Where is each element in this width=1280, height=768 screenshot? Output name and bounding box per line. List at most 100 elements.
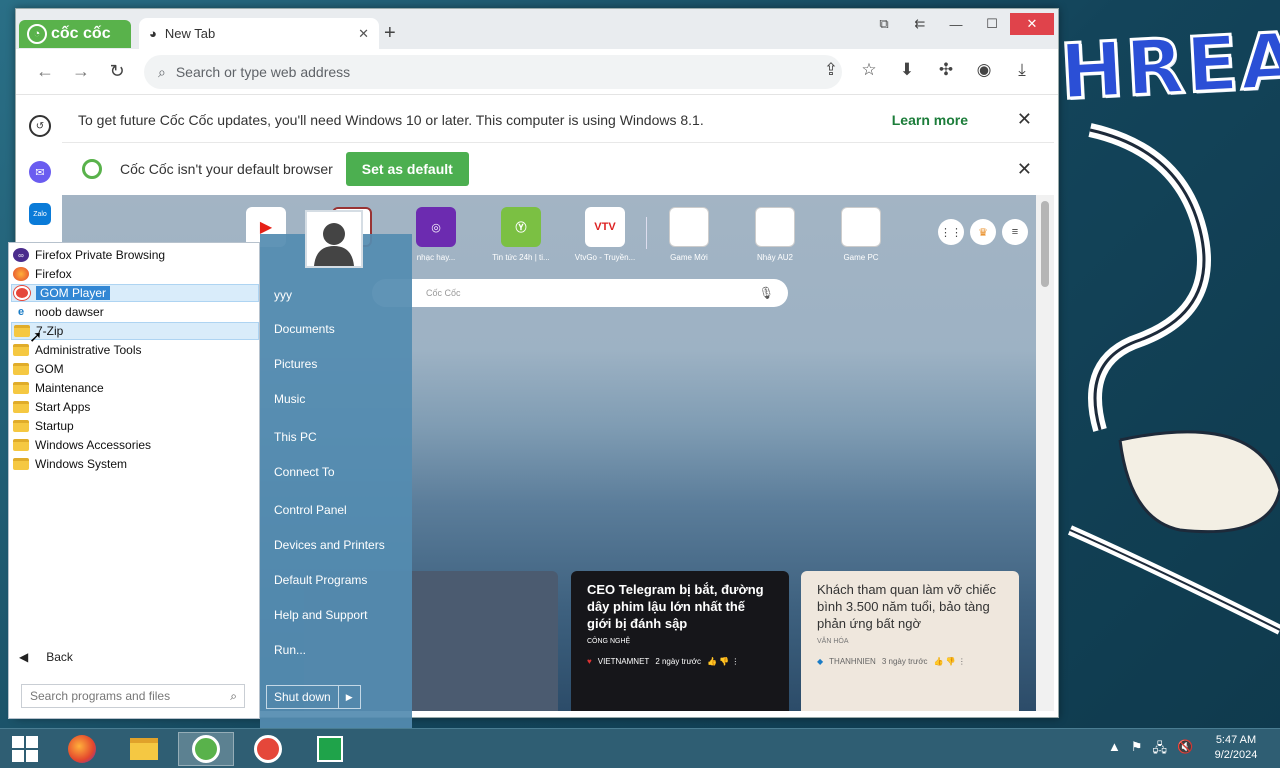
- news-card[interactable]: CEO Telegram bị bắt, đường dây phim lậu …: [571, 571, 789, 711]
- folder-icon: [13, 401, 29, 413]
- brand-button[interactable]: ◔ cốc cốc: [19, 20, 131, 48]
- back-triangle-icon: ◀: [19, 650, 29, 664]
- settings-sliders-icon[interactable]: ≡: [1002, 219, 1028, 245]
- speed-dial-item[interactable]: Ⓨ Tin tức 24h | ti...: [486, 207, 556, 262]
- start-place-item[interactable]: Run...: [274, 643, 306, 657]
- set-as-default-button[interactable]: Set as default: [345, 152, 469, 186]
- tab-close-icon[interactable]: ✕: [358, 26, 369, 42]
- program-item[interactable]: 7-Zip: [11, 322, 259, 340]
- screen-capture-icon[interactable]: ⧉: [866, 11, 902, 37]
- new-tab-search-input[interactable]: Cốc Cốc 🎙: [372, 279, 788, 307]
- maximize-button[interactable]: ☐: [974, 11, 1010, 37]
- messenger-icon[interactable]: ✉: [29, 161, 51, 183]
- start-button[interactable]: [0, 729, 50, 768]
- history-icon[interactable]: ↺: [29, 115, 51, 137]
- news-card-category: CÔNG NGHỆ: [587, 638, 631, 645]
- speed-dial-item[interactable]: Game Mới: [654, 207, 724, 262]
- taskbar-store-icon[interactable]: [302, 732, 358, 766]
- forward-arrow-icon[interactable]: →: [70, 61, 92, 82]
- program-item[interactable]: Windows System: [11, 455, 259, 473]
- taskbar-gom-player-icon[interactable]: [240, 732, 296, 766]
- address-bar[interactable]: ⌕ Search or type web address: [144, 55, 842, 89]
- program-item[interactable]: Start Apps: [11, 398, 259, 416]
- close-icon[interactable]: ✕: [1017, 109, 1032, 130]
- bookmark-star-icon[interactable]: ☆: [859, 60, 879, 80]
- extensions-puzzle-icon[interactable]: ✣: [936, 60, 956, 80]
- new-tab-tools: ⋮⋮ ♛ ≡: [938, 219, 1028, 245]
- news-card-source: VIETNAMNET: [597, 657, 650, 666]
- brand-label: cốc cốc: [51, 25, 111, 42]
- program-item[interactable]: ∞ Firefox Private Browsing: [11, 246, 259, 264]
- browser-toolbar: ← → ↻ ⌕ Search or type web address ⇪ ☆ ⬇…: [16, 49, 1058, 95]
- program-item[interactable]: Startup: [11, 417, 259, 435]
- program-label: GOM Player: [36, 286, 111, 300]
- downloads-icon[interactable]: ⤓: [1012, 60, 1032, 80]
- start-place-item[interactable]: yyy: [274, 288, 292, 302]
- start-place-item[interactable]: Default Programs: [274, 573, 367, 587]
- program-item[interactable]: GOM: [11, 360, 259, 378]
- program-item[interactable]: e noob dawser: [11, 303, 259, 321]
- firefox-private-icon: ∞: [13, 248, 29, 262]
- share-icon[interactable]: ⇪: [821, 60, 841, 80]
- clock[interactable]: 5:47 AM 9/2/2024: [1204, 733, 1268, 763]
- start-place-item[interactable]: This PC: [274, 430, 317, 444]
- minimize-button[interactable]: —: [938, 11, 974, 37]
- start-place-item[interactable]: Devices and Printers: [274, 538, 385, 552]
- back-arrow-icon[interactable]: ←: [34, 61, 56, 82]
- program-item[interactable]: Administrative Tools: [11, 341, 259, 359]
- volume-muted-icon[interactable]: 🔇: [1177, 739, 1193, 761]
- action-center-flag-icon[interactable]: ⚑: [1131, 739, 1143, 761]
- program-item[interactable]: Windows Accessories: [11, 436, 259, 454]
- crown-icon[interactable]: ♛: [970, 219, 996, 245]
- start-place-item[interactable]: Documents: [274, 322, 335, 336]
- zalo-icon[interactable]: Zalo: [29, 203, 51, 225]
- start-place-item[interactable]: Control Panel: [274, 503, 347, 517]
- program-item[interactable]: Maintenance: [11, 379, 259, 397]
- back-button[interactable]: ◀ Back: [19, 650, 73, 664]
- blank-icon: [669, 207, 709, 247]
- program-label: Windows Accessories: [35, 438, 152, 452]
- scrollbar-thumb[interactable]: [1041, 201, 1049, 287]
- shutdown-options-arrow-icon[interactable]: ▶: [337, 686, 360, 708]
- start-place-item[interactable]: Music: [274, 392, 305, 406]
- start-search-input[interactable]: Search programs and files ⌕: [21, 684, 245, 708]
- ie-icon: e: [17, 306, 25, 318]
- folder-icon: [13, 382, 29, 394]
- savior-download-icon[interactable]: ⬇: [897, 60, 917, 80]
- thumbs-icon[interactable]: 👍 👎 ⋮: [934, 657, 966, 666]
- close-window-button[interactable]: ✕: [1010, 13, 1054, 35]
- clock-time: 5:47 AM: [1215, 734, 1257, 746]
- show-hidden-icons-icon[interactable]: ▲: [1108, 739, 1121, 761]
- start-place-item[interactable]: Pictures: [274, 357, 317, 371]
- reload-icon[interactable]: ↻: [106, 61, 128, 82]
- speed-dial-item[interactable]: Nhảy AU2: [740, 207, 810, 262]
- network-icon[interactable]: 🖧: [1153, 739, 1168, 761]
- microphone-icon[interactable]: 🎙: [759, 286, 774, 300]
- learn-more-link[interactable]: Learn more: [892, 112, 968, 128]
- sidebar-toggle-icon[interactable]: ⇇: [902, 11, 938, 37]
- program-label: Startup: [35, 419, 74, 433]
- user-avatar[interactable]: [305, 210, 363, 268]
- taskbar-firefox-icon[interactable]: [54, 732, 110, 766]
- shutdown-button[interactable]: Shut down ▶: [266, 685, 361, 709]
- tab-new-tab[interactable]: ◕ New Tab ✕: [139, 18, 379, 49]
- taskbar-coccoc-icon[interactable]: [178, 732, 234, 766]
- program-item[interactable]: Firefox: [11, 265, 259, 283]
- page-scrollbar[interactable]: [1036, 195, 1054, 711]
- start-place-item[interactable]: Help and Support: [274, 608, 367, 622]
- new-tab-button[interactable]: +: [384, 22, 396, 45]
- speed-dial-item[interactable]: VTV VtvGo - Truyền...: [570, 207, 640, 262]
- source-logo-icon: ♥: [587, 657, 592, 666]
- search-icon[interactable]: ⌕: [230, 689, 237, 704]
- taskbar-file-explorer-icon[interactable]: [116, 732, 172, 766]
- program-item[interactable]: GOM Player: [11, 284, 259, 302]
- folder-icon: [13, 344, 29, 356]
- profile-icon[interactable]: ◉: [974, 60, 994, 80]
- close-icon[interactable]: ✕: [1017, 159, 1032, 180]
- apps-grid-icon[interactable]: ⋮⋮: [938, 219, 964, 245]
- thumbs-icon[interactable]: 👍 👎 ⋮: [707, 657, 739, 666]
- start-place-item[interactable]: Connect To: [274, 465, 335, 479]
- news-card[interactable]: Khách tham quan làm vỡ chiếc bình 3.500 …: [801, 571, 1019, 711]
- speed-dial-item[interactable]: Game PC: [826, 207, 896, 262]
- source-logo-icon: ◆: [817, 657, 824, 666]
